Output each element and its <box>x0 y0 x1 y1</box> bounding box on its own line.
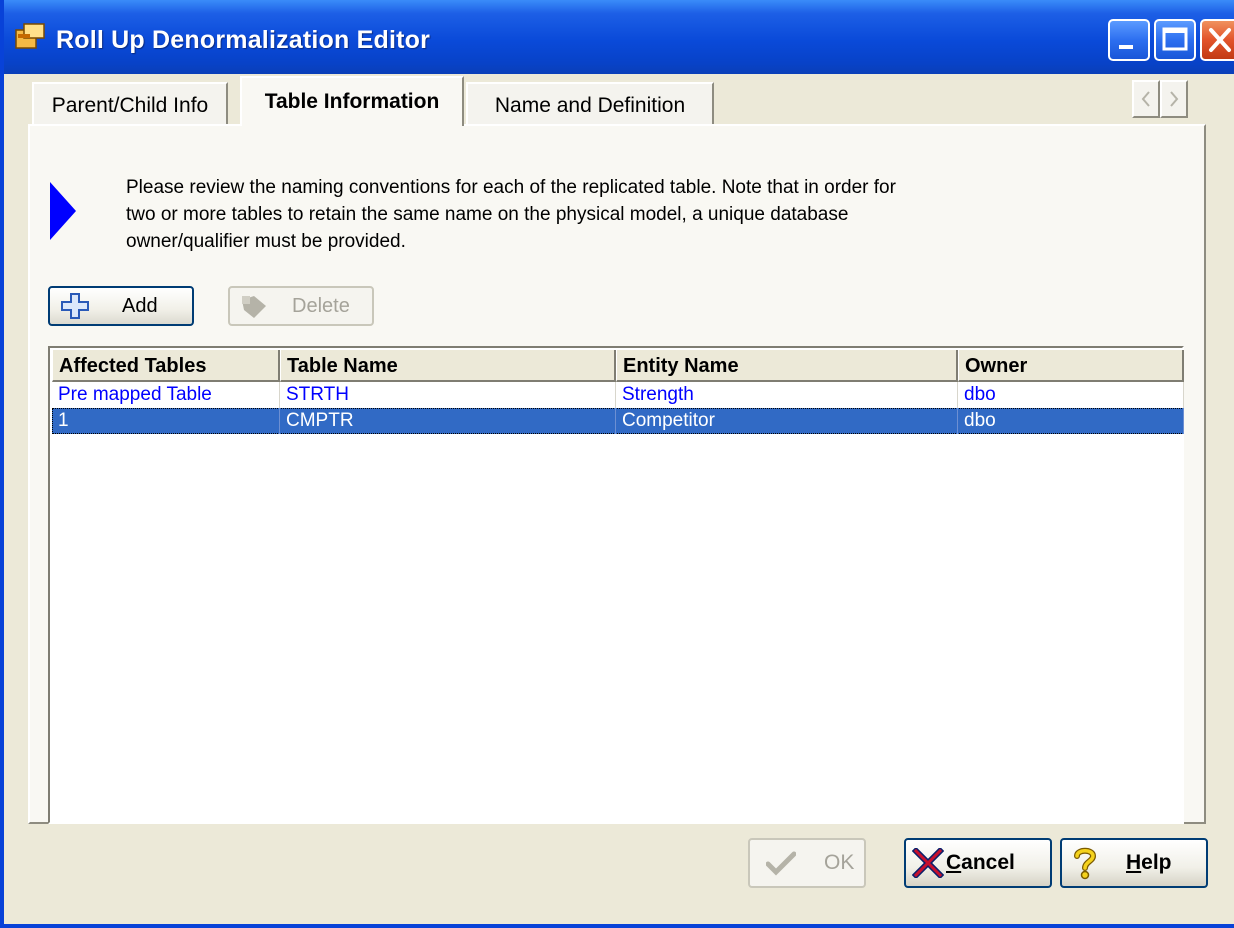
column-header-table-name[interactable]: Table Name <box>280 350 616 382</box>
title-bar[interactable]: Roll Up Denormalization Editor <box>4 0 1234 74</box>
column-header-affected-tables[interactable]: Affected Tables <box>52 350 280 382</box>
cell-affected-table[interactable]: Pre mapped Table <box>52 382 280 408</box>
close-icon <box>1209 28 1231 52</box>
cancel-label-rest: ancel <box>961 851 1015 874</box>
help-label-rest: elp <box>1141 851 1172 874</box>
window-title: Roll Up Denormalization Editor <box>56 26 431 54</box>
question-icon <box>1074 847 1097 880</box>
chevron-right-icon <box>1170 91 1179 107</box>
tab-parent-child-info[interactable]: Parent/Child Info <box>32 82 228 126</box>
column-header-entity-name[interactable]: Entity Name <box>616 350 958 382</box>
cell-affected-table[interactable]: 1 <box>52 408 280 434</box>
ok-button[interactable]: OK <box>748 838 866 888</box>
dialog-client-area: Parent/Child Info Table Information Name… <box>8 74 1234 924</box>
editor-icon <box>15 23 45 49</box>
help-mnemonic: H <box>1126 851 1142 874</box>
chevron-left-icon <box>1141 91 1150 107</box>
column-header-owner[interactable]: Owner <box>958 350 1184 382</box>
cell-table-name[interactable]: STRTH <box>280 382 616 408</box>
tab-scroll-right-button[interactable] <box>1160 80 1188 118</box>
maximize-icon <box>1162 27 1188 51</box>
tab-name-and-definition[interactable]: Name and Definition <box>466 82 714 126</box>
info-arrow-icon <box>50 182 76 240</box>
cell-owner[interactable]: dbo <box>958 382 1184 408</box>
dialog-window: Roll Up Denormalization Editor Parent/Ch… <box>0 0 1234 928</box>
help-button-label: Help <box>1126 840 1172 886</box>
cancel-mnemonic: C <box>946 851 962 874</box>
cell-entity-name[interactable]: Competitor <box>616 408 958 434</box>
ok-button-label: OK <box>824 851 855 874</box>
table-row-selected[interactable]: 1 CMPTR Competitor dbo <box>52 408 1184 434</box>
close-button[interactable] <box>1200 19 1234 61</box>
minimize-button[interactable] <box>1108 19 1150 61</box>
delete-button[interactable]: Delete <box>228 286 374 326</box>
x-icon <box>912 848 944 878</box>
cell-table-name[interactable]: CMPTR <box>280 408 616 434</box>
affected-tables-grid[interactable]: Affected Tables Table Name Entity Name O… <box>48 346 1184 824</box>
help-button[interactable]: Help <box>1060 838 1208 888</box>
delete-icon <box>242 296 266 318</box>
cell-entity-name[interactable]: Strength <box>616 382 958 408</box>
grid-header: Affected Tables Table Name Entity Name O… <box>52 350 1184 382</box>
cancel-button-label: Cancel <box>946 840 1015 886</box>
description-text: Please review the naming conventions for… <box>126 177 896 252</box>
delete-button-label: Delete <box>292 295 350 317</box>
tab-table-information[interactable]: Table Information <box>240 76 464 126</box>
plus-icon <box>61 293 89 319</box>
maximize-button[interactable] <box>1154 19 1196 61</box>
cell-owner[interactable]: dbo <box>958 408 1184 434</box>
add-button[interactable]: Add <box>48 286 194 326</box>
tab-scroll-left-button[interactable] <box>1132 80 1160 118</box>
cancel-button[interactable]: Cancel <box>904 838 1052 888</box>
add-button-label: Add <box>122 295 158 317</box>
minimize-icon <box>1119 45 1133 49</box>
table-row[interactable]: Pre mapped Table STRTH Strength dbo <box>52 382 1184 408</box>
checkmark-icon <box>766 851 796 876</box>
